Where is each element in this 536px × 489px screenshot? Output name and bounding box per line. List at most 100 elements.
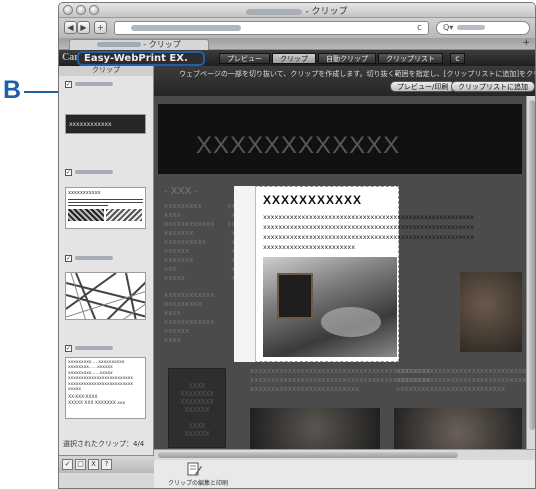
clip-body-line: xxxxxxxxxxxxxxxxxxxxxxxxxxxxxxxxxxxxxxxx…: [263, 224, 474, 231]
title-bar: - クリップ: [59, 3, 535, 18]
clip-line: XXXXX XXX XXXXXXX xxx: [68, 400, 126, 406]
page-banner: XXXXXXXXXXXX: [158, 104, 522, 174]
horizontal-scrollbar[interactable]: [154, 449, 535, 460]
app-brand-label: Easy-WebPrint EX.: [77, 51, 205, 66]
clip-heading: XXXXXXXXXXX: [263, 193, 363, 207]
clip-thumbnail: xxxxxxxxxxx: [65, 187, 146, 229]
browser-toolbar: ◀ ▶ + c Q▾: [59, 18, 535, 38]
browser-tab-label: - クリップ: [143, 40, 181, 49]
clip-title-redacted: [75, 170, 113, 174]
preview-print-button[interactable]: プレビュー/印刷: [390, 81, 456, 92]
vertical-scrollbar[interactable]: [526, 96, 535, 461]
tab-auto-clip[interactable]: 自動クリップ: [318, 53, 376, 64]
refresh-icon[interactable]: c: [450, 53, 465, 64]
clip-checkbox[interactable]: ✓: [65, 80, 72, 88]
clip-thumb-text: xxxxxxxxxxx: [68, 190, 101, 196]
clip-line: xxxxxxxxxxxxxxxxxxxxxxxxx: [68, 376, 133, 382]
address-bar[interactable]: c: [114, 21, 429, 35]
menu-row: xxxxxxxxx: [164, 301, 202, 309]
menu-row: xxxxxxxxxx: [164, 257, 244, 265]
menu-row: xxxxxx: [164, 266, 244, 274]
thumb-image: [68, 209, 104, 221]
menu-row: xxxx: [164, 310, 181, 318]
new-tab-button[interactable]: +: [522, 38, 530, 48]
menu-row: xxxxxxx: [164, 212, 244, 220]
forward-button[interactable]: ▶: [77, 21, 90, 34]
menu-row: xxxxxxxxxxxx: [164, 319, 215, 327]
edit-print-label: クリップの編集と印刷: [168, 480, 229, 487]
app-header: Canon Easy-WebPrint EX. プレビュー クリップ 自動クリッ…: [59, 50, 535, 66]
menu-row: xxxx: [164, 337, 181, 345]
clip-sidebar: クリップ ✓ xxxxxxxxxxxx ✓ xxxxxxxxxxx ✓ ✓ xx…: [59, 66, 154, 473]
menu-title: - XXX -: [164, 186, 199, 197]
sidebar-footer: ✓ □ X ?: [59, 455, 154, 473]
clip-thumb-text: xxxxxxxxxxxx: [69, 121, 112, 128]
address-url-redacted: [131, 24, 241, 31]
delete-clip-button[interactable]: X: [88, 459, 99, 470]
clip-body-line: xxxxxxxxxxxxxxxxxxxxxxxx: [263, 244, 356, 251]
tab-title-redacted: [97, 42, 142, 47]
thumb-image: [106, 209, 142, 221]
menu-row: xxxxxxxxxxxxx: [164, 239, 244, 247]
menu-row: xxxxxxxxxx: [164, 230, 244, 238]
selected-clips-status: 選択されたクリップ：4/4: [63, 440, 145, 448]
reload-icon[interactable]: c: [417, 22, 422, 34]
add-bookmark-button[interactable]: +: [94, 21, 107, 34]
search-icon: Q▾: [443, 23, 454, 32]
search-field[interactable]: Q▾: [436, 21, 530, 35]
tab-clip[interactable]: クリップ: [272, 53, 316, 64]
menu-row: xxxxxxxxx: [164, 248, 244, 256]
clip-body-line: xxxxxxxxxxxxxxxxxxxxxxxxxxxxxxxxxxxxxxxx…: [263, 234, 474, 241]
tab-bar: - クリップ +: [59, 38, 535, 50]
clip-checkbox[interactable]: ✓: [65, 168, 72, 176]
page-dark-box: XXXX XXXXXXXX XXXXXXXX XXXXXX XXXX XXXXX…: [168, 368, 226, 448]
map-thumbnail: [66, 273, 145, 319]
window-title-suffix: - クリップ: [305, 7, 348, 17]
deselect-all-button[interactable]: □: [75, 459, 86, 470]
clip-body-line: xxxxxxxxxxxxxxxxxxxxxxxxxxxxxxxxxxxxxxxx…: [263, 214, 474, 221]
horizontal-scroll-thumb[interactable]: [158, 452, 458, 458]
browser-tab[interactable]: - クリップ: [69, 39, 209, 50]
menu-row: xxxxxxxx: [164, 275, 244, 283]
help-button[interactable]: ?: [101, 459, 112, 470]
tab-preview[interactable]: プレビュー: [219, 53, 270, 64]
banner-text: XXXXXXXXXXXX: [196, 132, 401, 159]
menu-row: xxxxxxxxxxxxx: [164, 203, 244, 211]
vertical-scroll-thumb[interactable]: [529, 100, 535, 430]
mode-tabs: プレビュー クリップ 自動クリップ クリップリスト c: [219, 53, 465, 64]
clip-item-1[interactable]: ✓ xxxxxxxxxxxx: [65, 80, 146, 134]
menu-row: xxxxxx: [164, 328, 190, 336]
edit-print-icon[interactable]: [187, 462, 203, 477]
clip-title-redacted: [75, 256, 113, 260]
clip-checkbox[interactable]: ✓: [65, 254, 72, 262]
clip-item-2[interactable]: ✓ xxxxxxxxxxx: [65, 168, 146, 229]
instruction-bar: ウェブページの一部を切り抜いて、クリップを作成します。切り抜く範囲を指定し、[ク…: [154, 66, 535, 96]
window-title-redacted: [246, 8, 303, 15]
page-menu-column: - XXX - xxxxxxxxx xxxx xxxxxxx xxxxx xxxxx…: [164, 186, 244, 366]
clip-selection-region[interactable]: XXXXXXXXXXX xxxxxxxxxxxxxxxxxxxxxxxxxxxx…: [234, 186, 474, 362]
menu-row: xxxxxxxxxxxxxxxx: [164, 221, 244, 229]
restaurant-photo: [263, 257, 397, 357]
clip-thumbnail: [65, 272, 146, 320]
webpage-preview[interactable]: XXXXXXXXXXXX - XXX - xxxxxxxxx xxxx xxxxx…: [154, 96, 526, 461]
tab-clip-list[interactable]: クリップリスト: [378, 53, 443, 64]
back-button[interactable]: ◀: [64, 21, 77, 34]
clip-item-3[interactable]: ✓: [65, 254, 146, 320]
instruction-text: ウェブページの一部を切り抜いて、クリップを作成します。切り抜く範囲を指定し、[ク…: [179, 70, 535, 78]
add-to-clip-list-button[interactable]: クリップリストに追加: [451, 81, 535, 92]
clip-line: xxxxx: [68, 387, 81, 393]
clip-checkbox[interactable]: ✓: [65, 344, 72, 352]
search-text-redacted: [457, 25, 486, 30]
callout-label: B: [3, 76, 22, 104]
browser-window: - クリップ ◀ ▶ + c Q▾ - クリップ + Canon Easy-We…: [58, 2, 536, 489]
sidebar-title: クリップ: [59, 66, 153, 76]
window-title: - クリップ: [59, 4, 535, 17]
clip-item-4[interactable]: ✓ xxxxxxxxx.....xxxxxxxxxx xxxxxxxx.....…: [65, 344, 146, 419]
food-photo: [460, 272, 522, 352]
select-all-button[interactable]: ✓: [62, 459, 73, 470]
clip-thumbnail: xxxxxxxxxxxx: [65, 114, 146, 134]
bottom-bar: クリップの編集と印刷: [154, 460, 535, 488]
clip-thumbnail: xxxxxxxxx.....xxxxxxxxxx xxxxxxxx......x…: [65, 357, 146, 419]
menu-board: [277, 273, 313, 319]
clip-title-redacted: [75, 82, 113, 86]
